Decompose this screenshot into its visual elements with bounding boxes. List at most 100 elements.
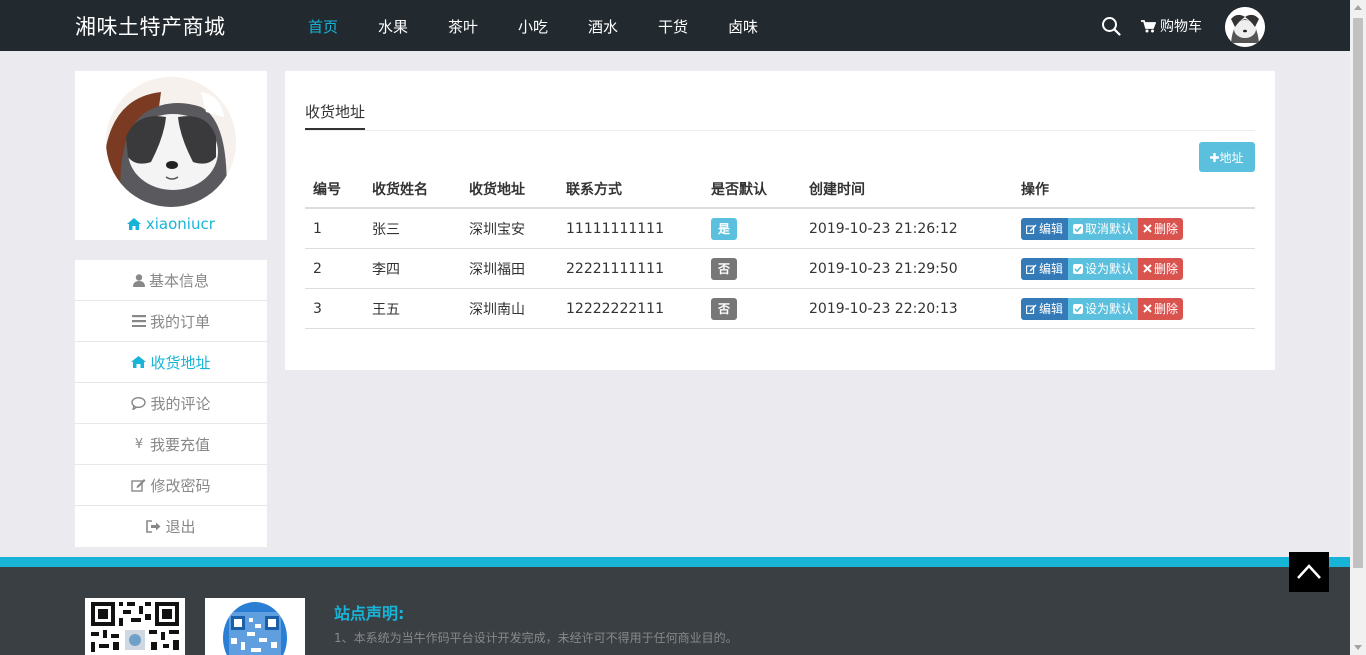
add-address-button[interactable]: 地址 (1199, 142, 1255, 172)
signout-icon (146, 520, 161, 533)
delete-button[interactable]: 删除 (1138, 257, 1184, 280)
scroll-thumb[interactable] (1353, 18, 1363, 568)
row-name: 张三 (372, 221, 400, 238)
cancel-default-button[interactable]: 取消默认 (1068, 217, 1139, 240)
cart-icon (1141, 19, 1156, 32)
row-actions: 编辑 设为默认 删除 (1021, 297, 1184, 320)
top-navbar: 湘味土特产商城 首页 水果 茶叶 小吃 酒水 干货 卤味 购物车 (0, 0, 1350, 51)
cart-link[interactable]: 购物车 (1141, 16, 1202, 36)
header-default: 是否默认 (711, 182, 767, 198)
row-phone: 22221111111 (566, 260, 664, 277)
edit-icon (131, 479, 146, 492)
nav-item-dried[interactable]: 干货 (658, 16, 688, 37)
home-icon (127, 218, 142, 230)
bars-icon (131, 315, 146, 327)
nav-item-drinks[interactable]: 酒水 (588, 16, 618, 37)
address-panel: 收货地址 地址 编号 收货姓名 收货地址 联系方式 是否默认 创建时间 操作 1… (285, 71, 1275, 370)
row-name: 王五 (372, 301, 400, 318)
menu-item-my-orders[interactable]: 我的订单 (75, 301, 267, 342)
site-notice-title: 站点声明: (334, 604, 405, 623)
profile-card: xiaoniucr (75, 71, 267, 240)
chevron-up-icon (1297, 564, 1321, 579)
menu-item-change-password[interactable]: 修改密码 (75, 465, 267, 506)
qq-qr-code (205, 598, 305, 655)
row-default: 是 (711, 217, 737, 240)
row-created: 2019-10-23 22:20:13 (809, 300, 958, 317)
profile-avatar (106, 77, 236, 207)
nav-item-fruit[interactable]: 水果 (378, 16, 408, 37)
cart-label: 购物车 (1160, 19, 1202, 35)
edit-icon (1026, 304, 1037, 314)
profile-username[interactable]: xiaoniucr (75, 215, 267, 233)
scroll-down-icon[interactable] (1354, 645, 1362, 650)
header-id: 编号 (313, 182, 341, 198)
address-table: 编号 收货姓名 收货地址 联系方式 是否默认 创建时间 操作 1 张三 深圳宝安… (305, 171, 1255, 329)
table-header: 编号 收货姓名 收货地址 联系方式 是否默认 创建时间 操作 (305, 171, 1255, 209)
nav-item-braised[interactable]: 卤味 (728, 16, 758, 37)
edit-icon (1026, 264, 1037, 274)
row-phone: 12222222111 (566, 300, 664, 317)
table-row: 3 王五 深圳南山 12222222111 否 2019-10-23 22:20… (305, 289, 1255, 329)
nav-item-home[interactable]: 首页 (308, 16, 338, 37)
edit-button[interactable]: 编辑 (1021, 257, 1069, 280)
header-created: 创建时间 (809, 182, 865, 198)
default-badge: 否 (711, 297, 737, 320)
yen-icon: ¥ (134, 436, 144, 452)
row-phone: 11111111111 (566, 220, 664, 237)
menu-item-my-comments[interactable]: 我的评论 (75, 383, 267, 424)
default-badge: 否 (711, 257, 737, 280)
close-icon (1143, 224, 1152, 233)
site-brand[interactable]: 湘味土特产商城 (75, 11, 226, 41)
row-actions: 编辑 取消默认 删除 (1021, 217, 1184, 240)
set-default-button[interactable]: 设为默认 (1068, 257, 1139, 280)
nav-item-tea[interactable]: 茶叶 (448, 16, 478, 37)
row-address: 深圳宝安 (469, 221, 525, 238)
check-square-icon (1073, 303, 1084, 314)
header-address: 收货地址 (469, 182, 525, 198)
row-address: 深圳福田 (469, 261, 525, 278)
footer-accent-stripe (0, 557, 1350, 567)
set-default-button[interactable]: 设为默认 (1068, 297, 1139, 320)
page-scrollbar[interactable] (1350, 0, 1366, 655)
menu-item-recharge[interactable]: ¥ 我要充值 (75, 424, 267, 465)
delete-button[interactable]: 删除 (1138, 297, 1184, 320)
row-id: 1 (313, 220, 322, 237)
row-id: 3 (313, 300, 322, 317)
back-to-top-button[interactable] (1289, 552, 1329, 592)
close-icon (1143, 264, 1152, 273)
row-name: 李四 (372, 261, 400, 278)
scroll-up-icon[interactable] (1354, 5, 1362, 10)
home-icon (131, 356, 147, 368)
menu-item-logout[interactable]: 退出 (75, 506, 267, 547)
plus-icon (1210, 152, 1220, 162)
tab-divider (305, 130, 1255, 131)
default-badge: 是 (711, 217, 737, 240)
header-actions: 操作 (1021, 182, 1049, 198)
side-menu: 基本信息 我的订单 收货地址 我的评论 ¥ 我要充值 修改密码 退出 (75, 260, 267, 547)
nav-item-snack[interactable]: 小吃 (518, 16, 548, 37)
footer: 站点声明: 1、本系统为当牛作码平台设计开发完成，未经许可不得用于任何商业目的。 (0, 567, 1350, 655)
close-icon (1143, 304, 1152, 313)
nav-user-avatar[interactable] (1225, 7, 1265, 47)
menu-item-address[interactable]: 收货地址 (75, 342, 267, 383)
header-phone: 联系方式 (566, 182, 622, 198)
check-square-icon (1073, 223, 1084, 234)
delete-button[interactable]: 删除 (1138, 217, 1184, 240)
row-created: 2019-10-23 21:26:12 (809, 220, 958, 237)
edit-button[interactable]: 编辑 (1021, 217, 1069, 240)
table-row: 2 李四 深圳福田 22221111111 否 2019-10-23 21:29… (305, 249, 1255, 289)
tab-address[interactable]: 收货地址 (305, 101, 365, 122)
row-created: 2019-10-23 21:29:50 (809, 260, 958, 277)
header-name: 收货姓名 (372, 182, 428, 198)
check-square-icon (1073, 263, 1084, 274)
row-default: 否 (711, 257, 737, 280)
menu-item-basic-info[interactable]: 基本信息 (75, 260, 267, 301)
edit-button[interactable]: 编辑 (1021, 297, 1069, 320)
table-row: 1 张三 深圳宝安 11111111111 是 2019-10-23 21:26… (305, 209, 1255, 249)
row-address: 深圳南山 (469, 301, 525, 318)
comment-icon (131, 396, 147, 410)
row-default: 否 (711, 297, 737, 320)
search-icon[interactable] (1101, 16, 1121, 36)
row-actions: 编辑 设为默认 删除 (1021, 257, 1184, 280)
user-icon (132, 273, 145, 287)
